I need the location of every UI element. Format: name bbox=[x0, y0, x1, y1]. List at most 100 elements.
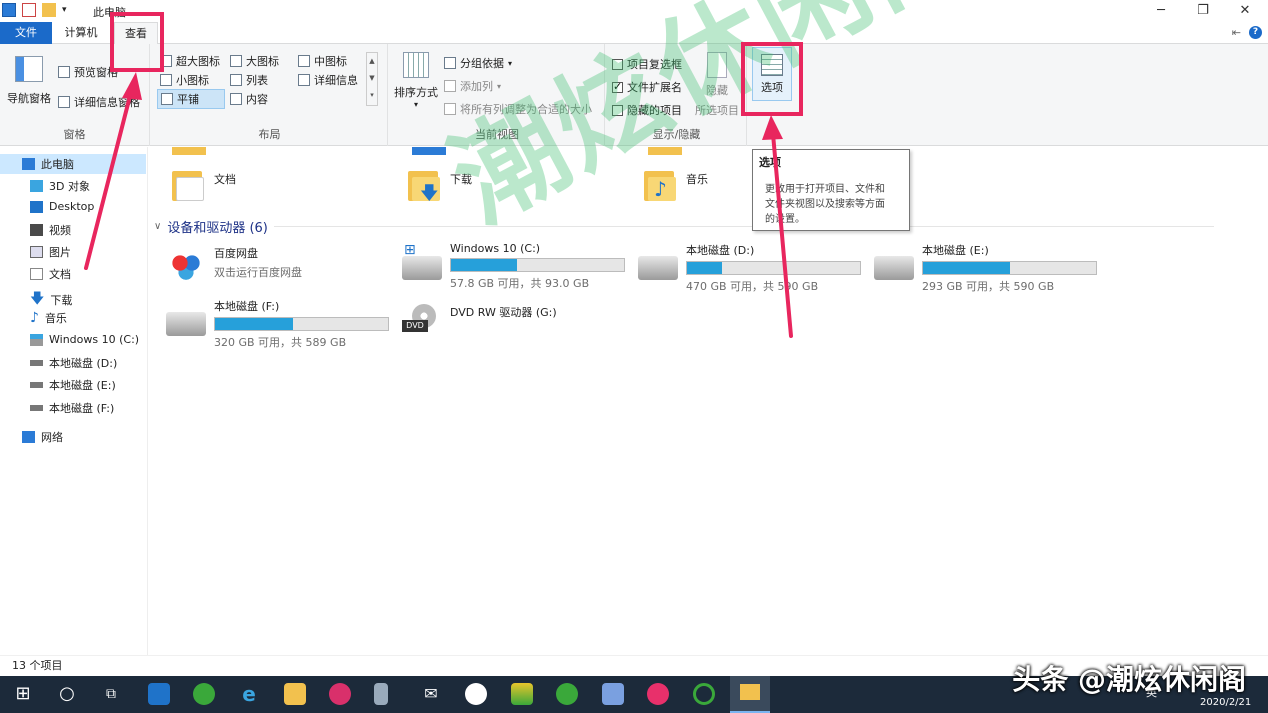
drive-c-name: Windows 10 (C:) bbox=[450, 242, 541, 255]
nav-documents[interactable]: 文档 bbox=[30, 266, 71, 282]
drive-d[interactable]: 本地磁盘 (D:) 470 GB 可用，共 590 GB bbox=[638, 242, 861, 294]
folder-documents[interactable]: 文档 bbox=[172, 167, 236, 203]
drive-f[interactable]: 本地磁盘 (F:) 320 GB 可用，共 589 GB bbox=[166, 298, 389, 350]
drive-g[interactable]: DVD DVD RW 驱动器 (G:) bbox=[402, 304, 557, 340]
layout-large[interactable]: 大图标 bbox=[230, 53, 279, 69]
nav-this-pc[interactable]: 此电脑 bbox=[0, 154, 146, 174]
medium-icon bbox=[298, 55, 310, 67]
edge-browser-icon[interactable]: e bbox=[238, 683, 260, 705]
nav-pane-label: 导航窗格 bbox=[7, 92, 51, 105]
drive-e-name: 本地磁盘 (E:) bbox=[922, 244, 989, 257]
app-icon[interactable] bbox=[374, 683, 388, 705]
folder-music-label: 音乐 bbox=[686, 173, 708, 186]
drive-e-free: 293 GB 可用，共 590 GB bbox=[922, 280, 1055, 293]
tab-computer[interactable]: 计算机 bbox=[56, 22, 106, 44]
options-tooltip: 选项 更改用于打开项目、文件和 文件夹视图以及搜索等方面 的设置。 bbox=[752, 149, 910, 231]
new-folder-icon[interactable] bbox=[42, 3, 56, 17]
annotation-box-options bbox=[741, 42, 803, 116]
properties-icon[interactable] bbox=[22, 3, 36, 17]
details-pane-button[interactable]: 详细信息窗格 bbox=[58, 94, 140, 110]
corner-watermark: 头条 @潮炫休闲阁 bbox=[1012, 663, 1246, 696]
tab-file[interactable]: 文件 bbox=[0, 22, 52, 44]
nav-desktop[interactable]: Desktop bbox=[30, 200, 94, 213]
devices-section-header[interactable]: ∨ 设备和驱动器 (6) bbox=[154, 217, 1214, 236]
app-icon[interactable] bbox=[148, 683, 170, 705]
app-icon[interactable] bbox=[693, 683, 715, 705]
baidu-cloud-taskbar-icon[interactable] bbox=[465, 683, 487, 705]
group-by-icon bbox=[444, 57, 456, 69]
layout-tiles[interactable]: 平铺 bbox=[157, 89, 225, 109]
layout-list[interactable]: 列表 bbox=[230, 72, 268, 88]
drive-c[interactable]: ⊞ Windows 10 (C:) 57.8 GB 可用，共 93.0 GB bbox=[402, 242, 625, 291]
nav-drive-f[interactable]: 本地磁盘 (F:) bbox=[30, 400, 114, 416]
clock-date[interactable]: 2020/2/21 bbox=[1200, 697, 1251, 708]
pin-ribbon-icon[interactable]: ⇤ bbox=[1232, 26, 1241, 39]
nav-music[interactable]: ♪ 音乐 bbox=[30, 310, 67, 326]
layout-medium[interactable]: 中图标 bbox=[298, 53, 347, 69]
computer-icon bbox=[22, 158, 35, 170]
layout-small[interactable]: 小图标 bbox=[160, 72, 209, 88]
drive-baidu-sub: 双击运行百度网盘 bbox=[214, 266, 302, 279]
sort-by-button[interactable]: 排序方式 ▾ bbox=[392, 52, 440, 109]
layout-content[interactable]: 内容 bbox=[230, 91, 268, 107]
app-icon[interactable] bbox=[284, 683, 306, 705]
windows-drive-icon bbox=[30, 333, 43, 346]
tooltip-title: 选项 bbox=[759, 156, 781, 169]
preview-pane-button[interactable]: 预览窗格 bbox=[58, 64, 118, 80]
start-windows-icon[interactable]: ⊞ bbox=[12, 683, 34, 705]
content-area: 文档 🡇 下载 ♪ 音乐 ∨ 设备和驱动器 (6) 百度网盘 双击运行百度网盘 … bbox=[150, 147, 1268, 655]
nav-downloads[interactable]: 🡇 下载 bbox=[30, 288, 72, 312]
download-arrow-icon: 🡇 bbox=[30, 291, 45, 307]
app-icon[interactable] bbox=[647, 683, 669, 705]
folder-partial-1[interactable] bbox=[172, 147, 206, 155]
video-icon bbox=[30, 224, 43, 236]
drive-d-free: 470 GB 可用，共 590 GB bbox=[686, 280, 819, 293]
drive-g-name: DVD RW 驱动器 (G:) bbox=[450, 306, 557, 319]
layout-extra-large[interactable]: 超大图标 bbox=[160, 53, 220, 69]
dvd-drive-icon: DVD bbox=[402, 304, 442, 340]
computer-icon[interactable] bbox=[2, 3, 16, 17]
music-folder-icon: ♪ bbox=[644, 167, 678, 203]
nav-drive-c[interactable]: Windows 10 (C:) bbox=[30, 333, 139, 346]
nav-videos[interactable]: 视频 bbox=[30, 222, 71, 238]
annotation-box-view-tab bbox=[110, 12, 164, 72]
mail-icon[interactable]: ✉ bbox=[420, 683, 442, 705]
layout-details[interactable]: 详细信息 bbox=[298, 72, 358, 88]
nav-drive-e[interactable]: 本地磁盘 (E:) bbox=[30, 377, 116, 393]
drive-baidu[interactable]: 百度网盘 双击运行百度网盘 bbox=[166, 245, 302, 285]
task-view-icon[interactable]: ⧉ bbox=[100, 683, 122, 705]
layout-scroll[interactable]: ▲ ▼ ▾ bbox=[366, 52, 378, 106]
wechat-icon[interactable] bbox=[556, 683, 578, 705]
app-icon[interactable] bbox=[511, 683, 533, 705]
downloads-folder-icon: 🡇 bbox=[408, 167, 442, 204]
drive-icon bbox=[874, 256, 914, 280]
nav-network[interactable]: 网络 bbox=[22, 429, 63, 445]
desktop-icon bbox=[30, 200, 43, 213]
drive-f-usage-bar bbox=[214, 317, 389, 331]
nav-3d-objects[interactable]: 3D 对象 bbox=[30, 178, 90, 194]
folder-music[interactable]: ♪ 音乐 bbox=[644, 167, 708, 203]
navigation-pane: 此电脑 3D 对象 Desktop 视频 图片 文档 🡇 下载 ♪ 音乐 Windo… bbox=[0, 147, 148, 655]
preview-pane-icon bbox=[58, 66, 70, 78]
search-circle-icon[interactable]: ○ bbox=[56, 683, 78, 705]
item-count: 13 个项目 bbox=[12, 659, 63, 672]
file-explorer-icon[interactable] bbox=[730, 676, 770, 713]
qa-dropdown-icon[interactable]: ▾ bbox=[62, 5, 67, 15]
nav-pane-button[interactable]: 导航窗格 bbox=[6, 56, 52, 106]
music-note-icon: ♪ bbox=[30, 310, 39, 326]
details-icon bbox=[298, 74, 310, 86]
nav-pictures[interactable]: 图片 bbox=[30, 244, 71, 260]
nav-drive-d[interactable]: 本地磁盘 (D:) bbox=[30, 355, 117, 371]
close-button[interactable]: ✕ bbox=[1230, 2, 1260, 20]
drive-d-usage-fill bbox=[687, 262, 722, 274]
help-icon[interactable]: ? bbox=[1249, 26, 1262, 39]
tiles-icon bbox=[161, 93, 173, 105]
app-icon[interactable] bbox=[193, 683, 215, 705]
documents-folder-icon bbox=[172, 167, 206, 203]
app-icon[interactable] bbox=[602, 683, 624, 705]
app-icon[interactable] bbox=[329, 683, 351, 705]
drive-e[interactable]: 本地磁盘 (E:) 293 GB 可用，共 590 GB bbox=[874, 242, 1097, 294]
maximize-button[interactable]: ❐ bbox=[1188, 2, 1218, 20]
folder-documents-label: 文档 bbox=[214, 173, 236, 186]
minimize-button[interactable]: ─ bbox=[1146, 2, 1176, 20]
